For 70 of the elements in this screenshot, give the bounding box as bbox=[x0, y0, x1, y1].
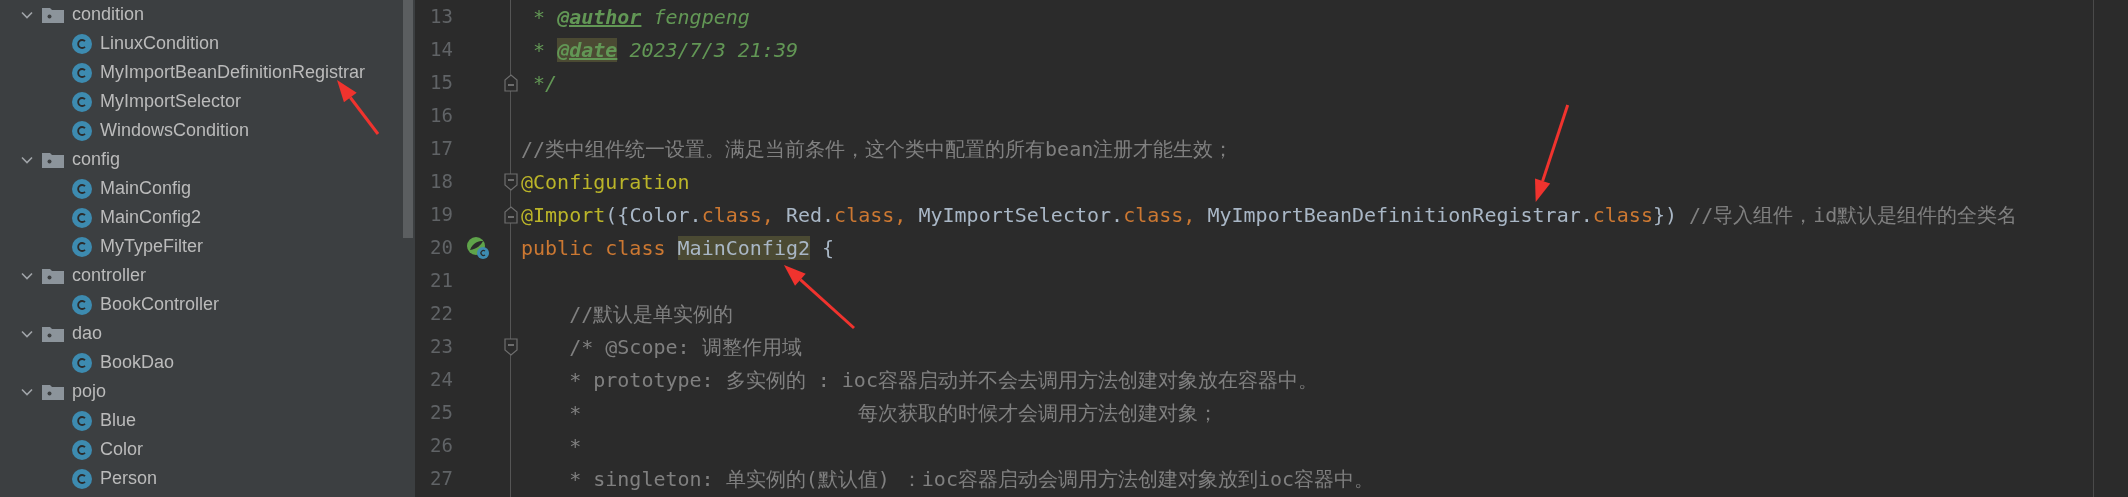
class-icon bbox=[72, 236, 92, 257]
code-line: * @author fengpeng bbox=[532, 3, 750, 31]
class-name[interactable]: MyImportSelector bbox=[100, 88, 242, 115]
line-number: 25 bbox=[429, 400, 453, 426]
line-number: 23 bbox=[429, 334, 453, 360]
class-icon bbox=[72, 439, 92, 460]
code-line: /* @Scope: 调整作用域 bbox=[568, 333, 802, 361]
package-name[interactable]: dao bbox=[72, 320, 103, 347]
class-name[interactable]: LinuxCondition bbox=[100, 30, 220, 57]
class-icon bbox=[72, 178, 92, 199]
class-icon bbox=[72, 120, 92, 141]
class-name[interactable]: Blue bbox=[100, 407, 137, 434]
class-name[interactable]: WindowsCondition bbox=[100, 117, 250, 144]
line-number: 27 bbox=[429, 466, 453, 492]
code-line: * prototype: 多实例的 : ioc容器启动并不会去调用方法创建对象放在容器中。 bbox=[568, 366, 1318, 394]
code-line: * 每次获取的时候才会调用方法创建对象； bbox=[568, 399, 1219, 427]
class-icon bbox=[72, 91, 92, 112]
line-number: 21 bbox=[429, 268, 453, 294]
package-folder-icon bbox=[42, 6, 64, 23]
code-line: @Configuration bbox=[520, 168, 690, 196]
code-line: * singleton: 单实例的(默认值) ：ioc容器启动会调用方法创建对象放到ioc容器中。 bbox=[568, 465, 1375, 493]
class-name[interactable]: BookController bbox=[100, 291, 220, 318]
fold-start-icon[interactable] bbox=[504, 172, 518, 191]
class-icon bbox=[72, 410, 92, 431]
class-name[interactable]: BookDao bbox=[100, 349, 175, 376]
package-name[interactable]: controller bbox=[72, 262, 147, 289]
annotation-arrow bbox=[337, 80, 380, 135]
line-number: 15 bbox=[429, 70, 453, 96]
class-name[interactable]: MainConfig2 bbox=[100, 204, 202, 231]
line-number: 22 bbox=[429, 301, 453, 327]
package-folder-icon bbox=[42, 151, 64, 168]
code-line: */ bbox=[532, 69, 558, 97]
package-folder-icon bbox=[42, 325, 64, 342]
package-folder-icon bbox=[42, 267, 64, 284]
package-name[interactable]: pojo bbox=[72, 378, 107, 405]
class-icon bbox=[72, 352, 92, 373]
line-number: 18 bbox=[429, 169, 453, 195]
scrollbar-thumb[interactable] bbox=[403, 0, 413, 238]
code-line: //类中组件统一设置。满足当前条件，这个类中配置的所有bean注册才能生效； bbox=[520, 135, 1234, 163]
annotation-arrow bbox=[784, 265, 855, 330]
class-name[interactable]: MainConfig bbox=[100, 175, 192, 202]
line-number: 19 bbox=[429, 202, 453, 228]
line-number: 20 bbox=[429, 235, 453, 261]
class-name[interactable]: MyImportBeanDefinitionRegistrar bbox=[100, 59, 366, 86]
bean-icon[interactable] bbox=[466, 235, 490, 260]
code-line: * bbox=[568, 432, 582, 460]
fold-end-icon[interactable] bbox=[504, 205, 518, 224]
line-number: 26 bbox=[429, 433, 453, 459]
class-icon bbox=[72, 62, 92, 83]
package-name[interactable]: condition bbox=[72, 1, 145, 28]
class-icon bbox=[72, 33, 92, 54]
line-number: 13 bbox=[429, 4, 453, 30]
package-folder-icon bbox=[42, 383, 64, 400]
code-line: @Import({Color.class, Red.class, MyImportSelector.class, MyImportBeanDefinitionRegistrar.class}) //导入组件，id默认是组件的全类名 bbox=[520, 201, 2018, 229]
fold-end-icon[interactable] bbox=[504, 73, 518, 92]
package-name[interactable]: config bbox=[72, 146, 121, 173]
fold-start-icon[interactable] bbox=[504, 337, 518, 356]
line-number: 16 bbox=[429, 103, 453, 129]
code-line: //默认是单实例的 bbox=[568, 300, 734, 328]
code-line: public class MainConfig2 { bbox=[520, 234, 835, 262]
class-name[interactable]: Color bbox=[100, 436, 143, 463]
line-number: 24 bbox=[429, 367, 453, 393]
class-name[interactable]: MyTypeFilter bbox=[100, 233, 204, 260]
line-number: 14 bbox=[429, 37, 453, 63]
class-name[interactable]: Person bbox=[100, 465, 158, 492]
class-icon bbox=[72, 468, 92, 489]
code-line: * @date 2023/7/3 21:39 bbox=[532, 36, 798, 64]
line-number: 17 bbox=[429, 136, 453, 162]
class-icon bbox=[72, 294, 92, 315]
class-icon bbox=[72, 207, 92, 228]
